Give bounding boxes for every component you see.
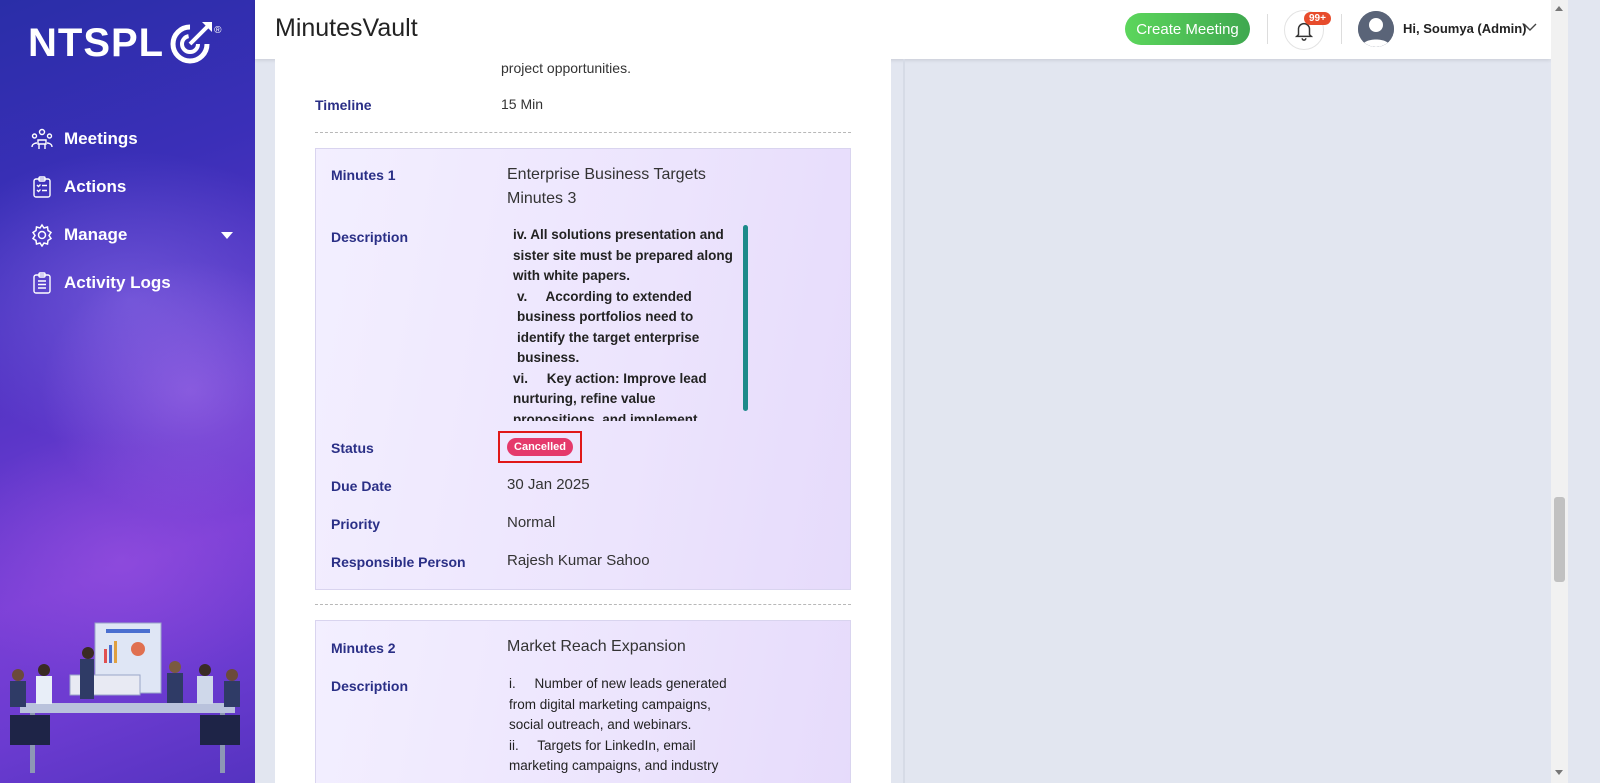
scroll-up-arrow-icon[interactable] — [1555, 6, 1563, 11]
minutes-title-line: Minutes 3 — [507, 190, 577, 207]
description-line: v. According to extended business portfo… — [517, 288, 704, 366]
description-line: vi. Key action: Improve lead nurturing, … — [513, 370, 707, 422]
registered-mark: ® — [214, 24, 222, 36]
sidebar-item-label: Actions — [64, 177, 127, 196]
user-greeting[interactable]: Hi, Soumya (Admin) — [1403, 21, 1527, 36]
meetings-icon — [30, 127, 54, 151]
status-highlight: Cancelled — [498, 431, 582, 463]
gear-icon — [30, 223, 54, 247]
description-label: Description — [331, 229, 409, 245]
minutes-label: Minutes 1 — [331, 167, 396, 183]
due-date-label: Due Date — [331, 478, 392, 494]
page-scrollbar[interactable] — [1551, 0, 1568, 783]
logo[interactable]: NTSPL ® — [28, 20, 222, 66]
logo-text: NTSPL — [28, 20, 165, 65]
description-scrollbar[interactable] — [743, 225, 748, 411]
description-label: Description — [331, 678, 409, 694]
section-divider — [315, 604, 851, 605]
sidebar-nav: Meetings Actions Manage Activity Logs — [30, 115, 245, 307]
timeline-row: Timeline — [315, 97, 372, 113]
timeline-label: Timeline — [315, 97, 372, 113]
sidebar-item-actions[interactable]: Actions — [30, 163, 245, 211]
minutes-title-line: Market Reach Expansion — [507, 638, 686, 655]
scrollbar-thumb[interactable] — [1554, 497, 1565, 582]
top-header: MinutesVault Create Meeting 99+ Hi, Soum… — [255, 0, 1551, 59]
chevron-down-icon[interactable] — [1523, 22, 1537, 32]
minutes-title-line: Enterprise Business Targets — [507, 166, 706, 183]
sidebar-item-meetings[interactable]: Meetings — [30, 115, 245, 163]
due-date-value: 30 Jan 2025 — [507, 476, 590, 493]
sidebar-item-label: Meetings — [64, 129, 138, 148]
logo-mark-icon — [170, 22, 213, 64]
sidebar-item-activity-logs[interactable]: Activity Logs — [30, 259, 245, 307]
panel-divider — [903, 59, 905, 783]
clipboard-list-icon — [30, 271, 54, 295]
app-title: MinutesVault — [275, 14, 418, 42]
create-meeting-button[interactable]: Create Meeting — [1125, 13, 1250, 45]
header-divider — [1267, 14, 1268, 44]
description-text[interactable]: iv. All solutions presentation and siste… — [507, 225, 739, 421]
sidebar-item-manage[interactable]: Manage — [30, 211, 245, 259]
sidebar: NTSPL ® Meetings Actions Manage Activity… — [0, 0, 255, 783]
description-line: i. Number of new leads generated from di… — [509, 676, 731, 732]
clipboard-icon — [30, 175, 54, 199]
description-text[interactable]: i. Number of new leads generated from di… — [507, 674, 739, 783]
scroll-down-arrow-icon[interactable] — [1555, 770, 1563, 775]
status-label: Status — [331, 440, 374, 456]
description-line: iv. All solutions presentation and siste… — [513, 227, 733, 283]
status-badge[interactable]: Cancelled — [507, 438, 573, 456]
responsible-person-label: Responsible Person — [331, 554, 466, 570]
minutes-title: Enterprise Business Targets Minutes 3 — [507, 163, 737, 211]
priority-value: Normal — [507, 514, 556, 531]
sidebar-item-label: Activity Logs — [64, 273, 171, 292]
responsible-person-value: Rajesh Kumar Sahoo — [507, 552, 650, 569]
previous-description-tail: project opportunities. — [501, 60, 631, 76]
avatar[interactable] — [1358, 11, 1394, 47]
header-divider — [1341, 14, 1342, 44]
section-divider — [315, 132, 851, 133]
minutes-detail-panel[interactable]: project opportunities. Timeline 15 Min M… — [275, 59, 891, 783]
sidebar-item-label: Manage — [64, 225, 128, 244]
minutes-card: Minutes 1 Enterprise Business Targets Mi… — [315, 148, 851, 590]
meeting-illustration — [10, 622, 240, 773]
priority-label: Priority — [331, 516, 381, 532]
minutes-title: Market Reach Expansion — [507, 635, 737, 659]
timeline-value: 15 Min — [501, 96, 544, 112]
user-avatar-icon — [1358, 11, 1394, 47]
minutes-card: Minutes 2 Market Reach Expansion Descrip… — [315, 620, 851, 783]
minutes-label: Minutes 2 — [331, 640, 396, 656]
description-line: ii. Targets for LinkedIn, email marketin… — [509, 737, 719, 774]
chevron-down-icon[interactable] — [221, 231, 233, 239]
notification-badge: 99+ — [1304, 12, 1331, 25]
